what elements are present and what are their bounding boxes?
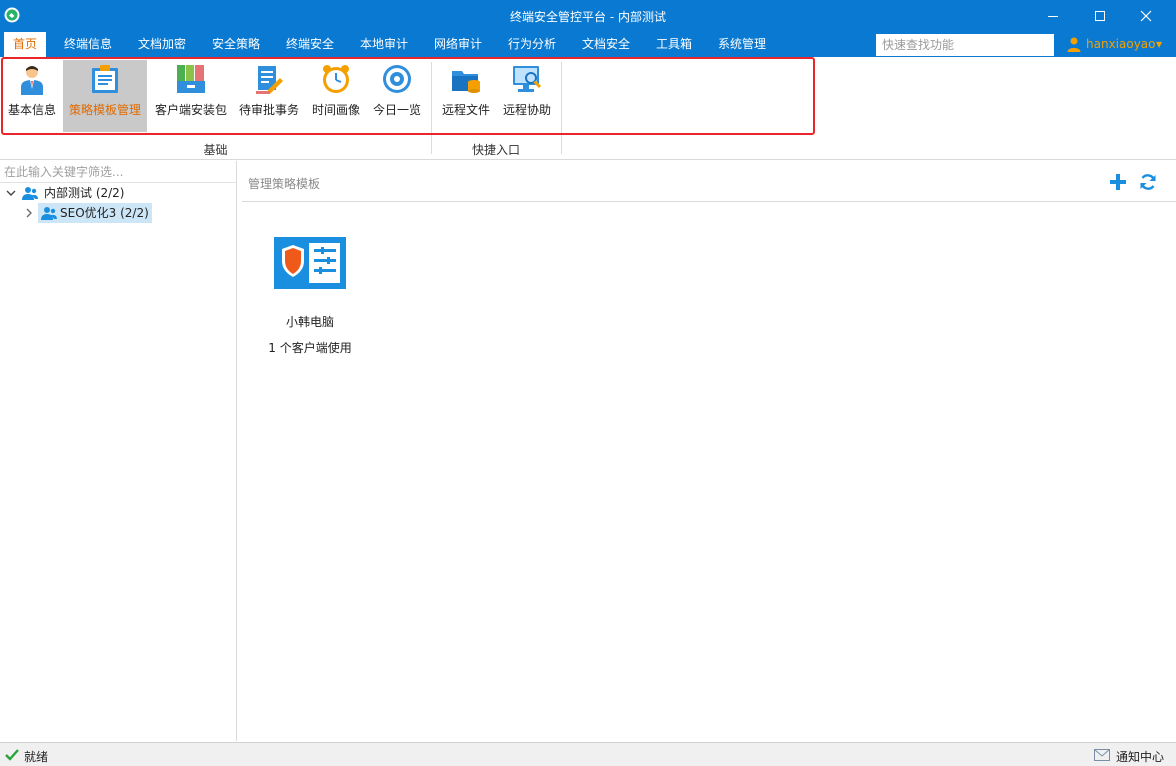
tab-terminal-security[interactable]: 终端安全 — [276, 32, 344, 57]
approval-document-icon — [256, 66, 283, 94]
main-panel: 管理策略模板 小韩电脑 1 个客户端使用 — [242, 161, 1176, 741]
tab-terminal-info[interactable]: 终端信息 — [54, 32, 122, 57]
policy-template-icon — [274, 237, 346, 289]
ribbon-client-package-button[interactable]: 客户端安装包 — [150, 60, 232, 132]
template-name: 小韩电脑 — [285, 315, 334, 329]
close-button[interactable] — [1123, 0, 1169, 32]
tree-node-seo3[interactable]: SEO优化3 (2/2) — [0, 203, 236, 223]
person-icon — [21, 66, 43, 95]
tab-network-audit[interactable]: 网络审计 — [424, 32, 492, 57]
ribbon-label: 待审批事务 — [238, 103, 299, 117]
tab-doc-encryption[interactable]: 文档加密 — [128, 32, 196, 57]
main-header: 管理策略模板 — [242, 161, 1176, 202]
title-bar: 终端安全管控平台 - 内部测试 — [0, 0, 1176, 32]
ribbon-group-label-basic: 基础 — [203, 143, 228, 157]
tab-toolbox[interactable]: 工具箱 — [646, 32, 702, 57]
tab-behavior-analysis[interactable]: 行为分析 — [498, 32, 566, 57]
tab-security-policy[interactable]: 安全策略 — [202, 32, 270, 57]
ribbon-label: 客户端安装包 — [154, 103, 227, 117]
maximize-button[interactable] — [1077, 0, 1123, 32]
user-group-icon — [41, 207, 57, 220]
ribbon-basic-info-button[interactable]: 基本信息 — [2, 60, 62, 132]
ribbon-template-management-button[interactable]: 策略模板管理 — [63, 60, 147, 132]
minimize-icon — [1048, 16, 1058, 17]
tab-home[interactable]: 首页 — [4, 32, 46, 57]
template-usage: 1 个客户端使用 — [268, 341, 352, 355]
refresh-icon[interactable] — [1138, 172, 1158, 192]
maximize-icon — [1095, 11, 1105, 21]
remote-folder-icon — [452, 71, 480, 93]
add-icon[interactable] — [1108, 172, 1128, 192]
tree-node-label: 内部测试 (2/2) — [44, 186, 125, 200]
tree-node-internal-test[interactable]: 内部测试 (2/2) — [0, 183, 236, 203]
ribbon-group-label-shortcuts: 快捷入口 — [471, 143, 520, 157]
user-group-icon — [22, 187, 38, 200]
status-text: 就绪 — [24, 750, 49, 764]
notification-center-label: 通知中心 — [1116, 750, 1165, 764]
ribbon-group-separator — [561, 62, 562, 154]
template-card[interactable]: 小韩电脑 1 个客户端使用 — [258, 237, 362, 357]
page-title: 管理策略模板 — [248, 177, 321, 191]
chevron-right-icon[interactable] — [24, 203, 36, 223]
remote-monitor-icon — [513, 66, 542, 92]
chevron-down-icon[interactable] — [6, 183, 18, 203]
check-icon — [5, 749, 19, 761]
ribbon: 基本信息 策略模板管理 客户端安装包 待审批事务 时间画像 今日一览 远程文件 … — [0, 57, 1176, 160]
ribbon-label: 策略模板管理 — [68, 103, 141, 117]
menu-bar: 首页 终端信息 文档加密 安全策略 终端安全 本地审计 网络审计 行为分析 文档… — [0, 32, 1176, 57]
ribbon-today-overview-button[interactable]: 今日一览 — [368, 60, 426, 132]
tab-local-audit[interactable]: 本地审计 — [350, 32, 418, 57]
user-name: hanxiaoyao — [1086, 37, 1156, 51]
template-board-icon — [92, 65, 118, 93]
ribbon-label: 时间画像 — [311, 103, 360, 117]
ribbon-label: 远程协助 — [502, 103, 551, 117]
ribbon-remote-assist-button[interactable]: 远程协助 — [499, 60, 555, 132]
ribbon-label: 基本信息 — [7, 103, 56, 117]
tree-filter-input[interactable] — [0, 161, 236, 183]
chevron-down-icon: ▼ — [1156, 40, 1163, 49]
window-title: 终端安全管控平台 - 内部测试 — [510, 10, 666, 24]
tree-panel: 内部测试 (2/2) SEO优化3 (2/2) — [0, 161, 237, 741]
close-icon — [1140, 10, 1152, 22]
ribbon-pending-approval-button[interactable]: 待审批事务 — [236, 60, 302, 132]
alarm-clock-icon — [323, 65, 349, 93]
status-bar: 就绪 通知中心 — [0, 742, 1176, 766]
ribbon-label: 今日一览 — [372, 103, 421, 117]
ribbon-time-profile-button[interactable]: 时间画像 — [306, 60, 366, 132]
tab-doc-security[interactable]: 文档安全 — [572, 32, 640, 57]
mail-icon — [1094, 749, 1110, 761]
eye-icon — [383, 65, 411, 93]
tab-system-management[interactable]: 系统管理 — [708, 32, 776, 57]
package-folders-icon — [177, 65, 205, 93]
search-input[interactable] — [876, 34, 1054, 56]
minimize-button[interactable] — [1030, 0, 1076, 32]
ribbon-remote-file-button[interactable]: 远程文件 — [437, 60, 495, 132]
ribbon-label: 远程文件 — [441, 103, 490, 117]
user-icon — [1067, 37, 1081, 52]
